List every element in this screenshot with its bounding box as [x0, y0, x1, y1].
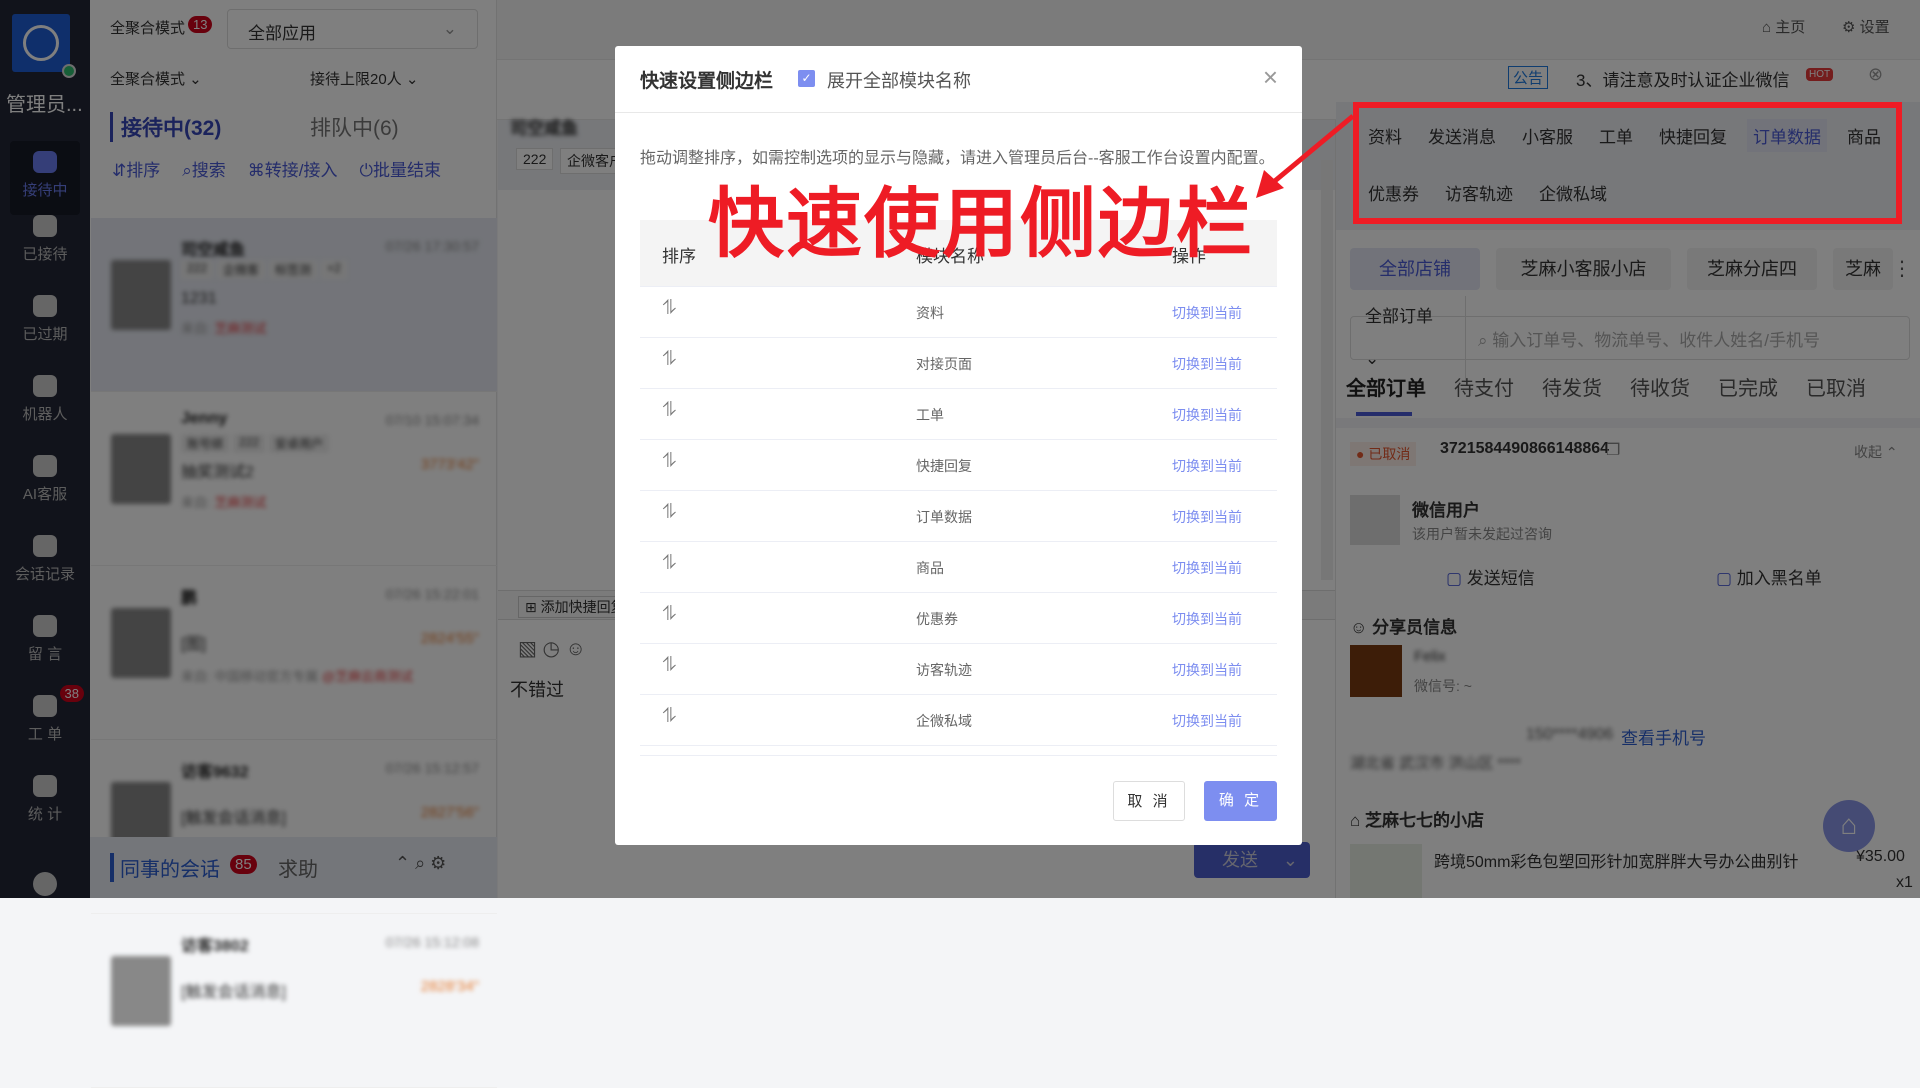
module-name: 企微私域: [916, 713, 972, 729]
last-message: [触发会话消息]: [181, 984, 286, 1001]
switch-to-current-link[interactable]: 切换到当前: [1172, 456, 1242, 476]
customer-avatar: [111, 956, 171, 1026]
annotation-highlight-box: [1353, 102, 1902, 224]
drag-handle-icon[interactable]: ⥮: [662, 501, 677, 524]
drag-handle-icon[interactable]: ⥮: [662, 603, 677, 626]
module-row: ⥮ 优惠券 切换到当前: [640, 593, 1277, 644]
module-name: 订单数据: [916, 509, 972, 525]
switch-to-current-link[interactable]: 切换到当前: [1172, 558, 1242, 578]
customer-name: 访客3802: [181, 938, 249, 955]
module-name: 工单: [916, 407, 944, 423]
switch-to-current-link[interactable]: 切换到当前: [1172, 405, 1242, 425]
module-name: 访客轨迹: [916, 662, 972, 678]
drag-handle-icon[interactable]: ⥮: [662, 552, 677, 575]
switch-to-current-link[interactable]: 切换到当前: [1172, 354, 1242, 374]
module-name: 资料: [916, 305, 944, 321]
module-row: ⥮ 订单数据 切换到当前: [640, 491, 1277, 542]
annotation-text: 快速使用侧边栏: [708, 182, 1254, 267]
drag-handle-icon[interactable]: ⥮: [662, 297, 677, 320]
close-icon[interactable]: ×: [1263, 62, 1278, 93]
expand-all-label[interactable]: 展开全部模块名称: [827, 67, 971, 93]
module-name: 优惠券: [916, 611, 958, 627]
drag-handle-icon[interactable]: ⥮: [662, 705, 677, 728]
module-row: ⥮ 工单 切换到当前: [640, 389, 1277, 440]
module-name: 商品: [916, 560, 944, 576]
module-row: ⥮ 资料 切换到当前: [640, 287, 1277, 338]
module-row: ⥮ 企微私域 切换到当前: [640, 695, 1277, 746]
module-name: 对接页面: [916, 356, 972, 372]
drag-handle-icon[interactable]: ⥮: [662, 654, 677, 677]
module-row: ⥮ 对接页面 切换到当前: [640, 338, 1277, 389]
drag-handle-icon[interactable]: ⥮: [662, 399, 677, 422]
switch-to-current-link[interactable]: 切换到当前: [1172, 507, 1242, 527]
module-row: ⥮ 商品 切换到当前: [640, 542, 1277, 593]
conversation-time: 07/26 15:12:08: [385, 934, 479, 950]
expand-all-checkbox[interactable]: ✓: [798, 70, 815, 87]
drag-handle-icon[interactable]: ⥮: [662, 450, 677, 473]
module-row: ⥮ 快捷回复 切换到当前: [640, 440, 1277, 491]
module-name: 快捷回复: [916, 458, 972, 474]
switch-to-current-link[interactable]: 切换到当前: [1172, 660, 1242, 680]
switch-to-current-link[interactable]: 切换到当前: [1172, 609, 1242, 629]
drag-handle-icon[interactable]: ⥮: [662, 348, 677, 371]
switch-to-current-link[interactable]: 切换到当前: [1172, 711, 1242, 731]
conversation-item[interactable]: 访客3802 07/26 15:12:08 [触发会话消息] 2828'34": [91, 914, 497, 1088]
confirm-button[interactable]: 确 定: [1204, 781, 1277, 821]
wait-duration: 2828'34": [420, 978, 479, 995]
switch-to-current-link[interactable]: 切换到当前: [1172, 303, 1242, 323]
cancel-button[interactable]: 取 消: [1113, 781, 1185, 821]
header-sort: 排序: [662, 247, 696, 266]
modal-title: 快速设置侧边栏: [640, 71, 774, 92]
annotation-arrow: [1256, 114, 1355, 198]
module-row: ⥮ 访客轨迹 切换到当前: [640, 644, 1277, 695]
